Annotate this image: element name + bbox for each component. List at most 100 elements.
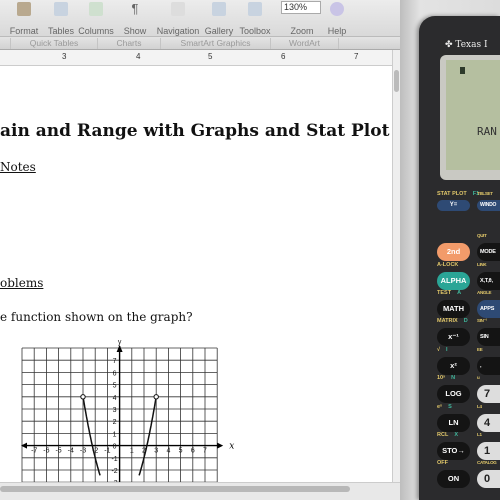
function-curve [138, 396, 157, 476]
key-1[interactable]: 1 [477, 442, 500, 460]
key-windo[interactable]: WINDO [477, 200, 500, 211]
key-2nd-function: MATRIX [437, 318, 458, 324]
pilcrow-icon: ¶ [131, 1, 139, 16]
key-alpha-function: X [454, 432, 458, 438]
key-alpha-function: D [463, 318, 468, 324]
scroll-thumb[interactable] [0, 486, 350, 492]
scroll-thumb[interactable] [394, 70, 399, 92]
x-tick-label: 1 [130, 448, 134, 455]
gallery-button[interactable]: Gallery [203, 0, 235, 36]
key-2nd-function: RCL [437, 432, 449, 438]
document-page[interactable]: ain and Range with Graphs and Stat Plot … [0, 66, 392, 482]
key-2nd-function: TEST [437, 290, 452, 296]
toolbox-icon [248, 2, 262, 16]
key-alpha-function: I [446, 347, 448, 353]
format-button[interactable]: Format [6, 0, 42, 36]
tab-charts[interactable]: Charts [98, 38, 161, 49]
key-shift-label: TBLSET [477, 191, 493, 196]
key-on[interactable]: ON [437, 470, 470, 488]
key-2nd-function: 10ˣ [437, 375, 446, 381]
key-x[interactable]: x² [437, 357, 470, 375]
key-2nd-function: QUIT [477, 233, 487, 238]
key-mode[interactable]: MODE [477, 243, 500, 261]
y-axis-label: y [118, 339, 122, 346]
ruler[interactable]: 3 4 5 6 7 [0, 50, 392, 66]
zoom-select[interactable]: 130% [281, 1, 321, 14]
key-2nd-function: CATALOG [477, 460, 497, 465]
key-shift-label: eˣ S [437, 404, 452, 410]
y-tick-label: 1 [113, 431, 117, 438]
key-2nd-function: OFF [437, 460, 448, 466]
y-axis-arrow [116, 345, 123, 352]
key-2nd-function: A-LOCK [437, 262, 459, 268]
key-2nd-function: LINK [477, 262, 487, 267]
x-tick-label: -4 [68, 448, 74, 455]
key-y[interactable]: Y= [437, 200, 470, 211]
key-2nd-function: EE [477, 347, 483, 352]
y-tick-label: 5 [113, 383, 117, 390]
key-shift-label: A-LOCK [437, 262, 458, 268]
columns-button[interactable]: Columns [77, 0, 115, 36]
ribbon-tabs: Quick Tables Charts SmartArt Graphics Wo… [0, 36, 400, 50]
key-alpha-function: A [457, 290, 462, 296]
key-shift-label: CATALOG [477, 460, 497, 465]
horizontal-scrollbar[interactable] [0, 482, 400, 500]
key-shift-label: RCL X [437, 432, 458, 438]
key-math[interactable]: MATH [437, 300, 470, 318]
key-2nd-function: √ [437, 347, 441, 353]
key-apps[interactable]: APPS [477, 300, 500, 318]
format-icon [17, 2, 31, 16]
tab-wordart[interactable]: WordArt [271, 38, 339, 49]
key-2nd[interactable]: 2nd [437, 243, 470, 261]
key-shift-label: QUIT [477, 233, 487, 238]
key-comma[interactable]: , [477, 357, 500, 375]
screen-cursor [460, 67, 465, 74]
key-shift-label: ANGLE [477, 290, 492, 295]
navigation-button[interactable]: Navigation [154, 0, 202, 36]
key-0[interactable]: 0 [477, 470, 500, 488]
key-2nd-function: ANGLE [477, 290, 492, 295]
notes-heading: Notes [0, 160, 36, 174]
key-alpha-function: S [448, 404, 452, 410]
key-xt[interactable]: X,T,θ, [477, 272, 500, 290]
ti-logo: ✤ Texas I [445, 40, 488, 50]
help-button[interactable]: Help [325, 0, 349, 36]
key-shift-label: MATRIX D [437, 318, 468, 324]
x-tick-label: -5 [55, 448, 61, 455]
key-ln[interactable]: LN [437, 414, 470, 432]
x-tick-label: -1 [104, 448, 110, 455]
tables-button[interactable]: Tables [45, 0, 77, 36]
key-shift-label: STAT PLOT F1 [437, 191, 479, 197]
x-tick-label: -7 [31, 448, 37, 455]
key-sto[interactable]: STO→ [437, 442, 470, 460]
ruler-mark: 5 [208, 52, 213, 61]
toolbox-button[interactable]: Toolbox [237, 0, 273, 36]
help-icon [330, 2, 344, 16]
vertical-scrollbar[interactable] [392, 50, 400, 482]
key-sin[interactable]: SIN [477, 328, 500, 346]
tab-quick-tables[interactable]: Quick Tables [10, 38, 98, 49]
x-tick-label: -3 [80, 448, 86, 455]
tab-smartart[interactable]: SmartArt Graphics [161, 38, 271, 49]
key-2nd-function: u [477, 375, 480, 380]
key-shift-label: L4 [477, 404, 482, 409]
screen-text: RAN [477, 125, 497, 138]
key-alpha-function: N [451, 375, 456, 381]
key-2nd-function: SIN⁻¹ [477, 318, 487, 323]
function-graph: -7-6-5-4-3-2-1123456776543210-1-2-3yx [21, 339, 234, 482]
key-alpha[interactable]: ALPHA [437, 272, 470, 290]
navigation-icon [171, 2, 185, 16]
key-shift-label: u [477, 375, 480, 380]
x-tick-label: 3 [154, 448, 158, 455]
key-4[interactable]: 4 [477, 414, 500, 432]
key-shift-label: 10ˣ N [437, 375, 455, 381]
toolbar: Format Tables Columns ¶ Show Navigation G… [0, 0, 400, 36]
x-axis-arrow [217, 442, 224, 449]
ruler-mark: 3 [62, 52, 67, 61]
key-7[interactable]: 7 [477, 385, 500, 403]
key-shift-label: L1 [477, 432, 482, 437]
key-x[interactable]: x⁻¹ [437, 328, 470, 346]
problems-heading: oblems [0, 276, 44, 290]
show-button[interactable]: ¶ Show [121, 0, 149, 36]
key-log[interactable]: LOG [437, 385, 470, 403]
